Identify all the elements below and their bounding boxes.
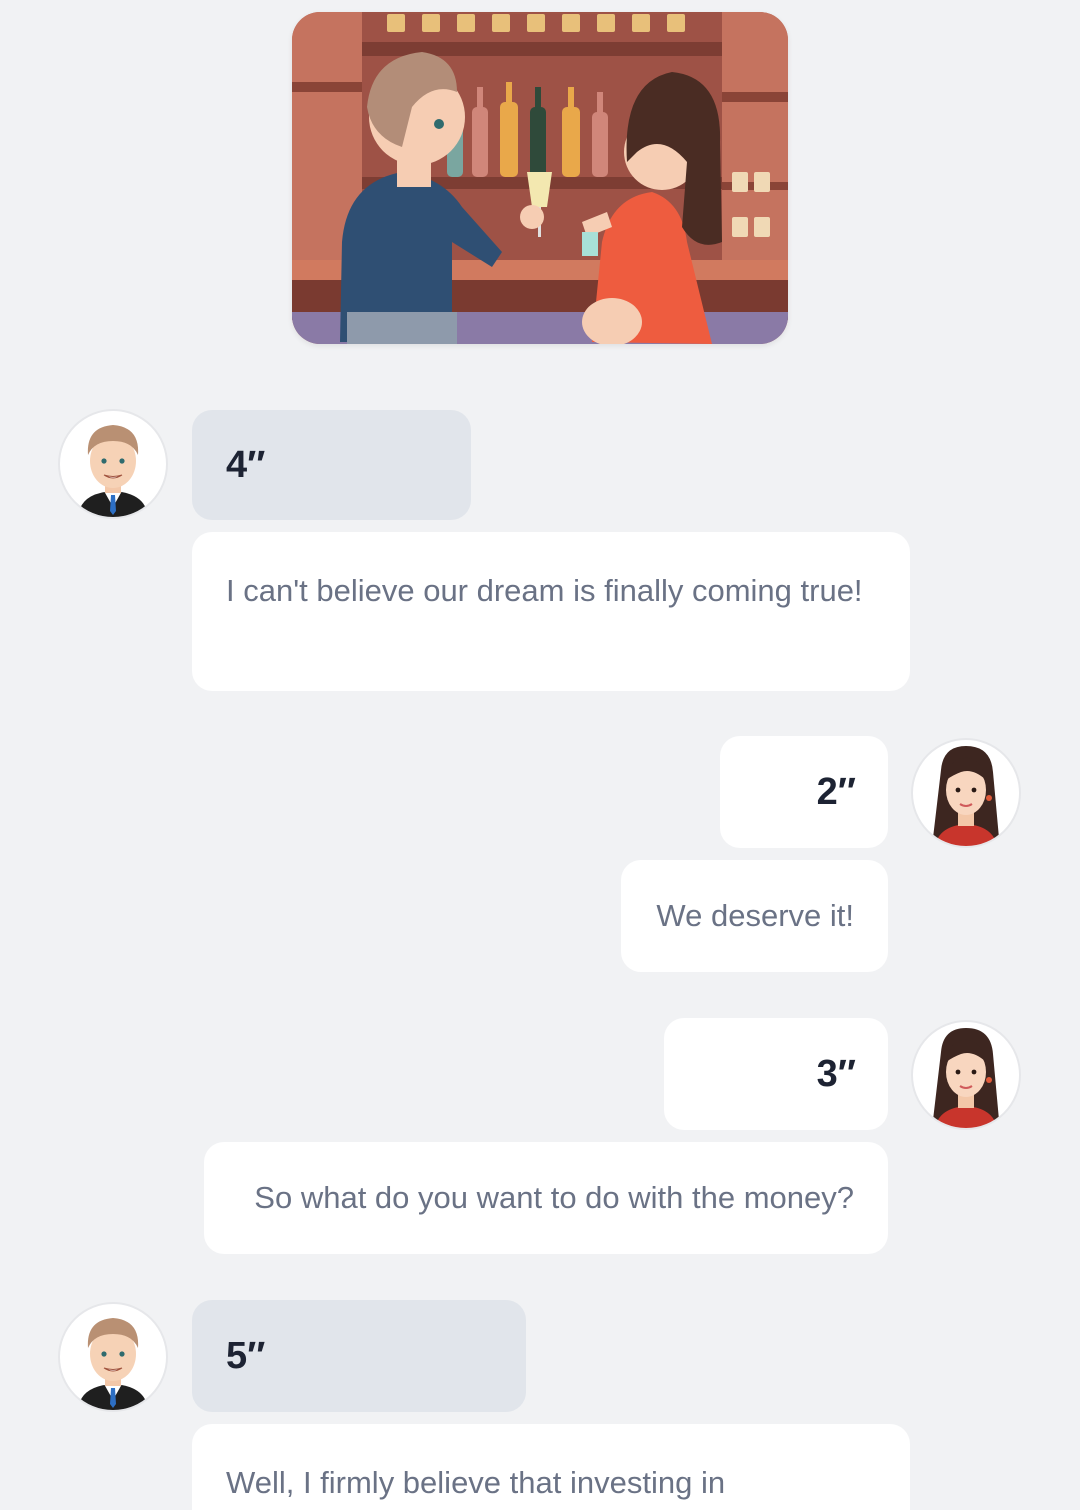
- message-bubble: So what do you want to do with the money…: [204, 1142, 888, 1254]
- message-bubble: I can't believe our dream is finally com…: [192, 532, 910, 691]
- avatar-woman: [911, 1020, 1021, 1130]
- duration-label: 2″: [816, 770, 856, 813]
- message-text: Well, I firmly believe that investing in: [226, 1465, 726, 1500]
- duration-label: 3″: [816, 1052, 856, 1095]
- avatar-man: [58, 409, 168, 519]
- message-text: I can't believe our dream is finally com…: [226, 573, 863, 608]
- duration-label: 5″: [226, 1334, 266, 1377]
- duration-bubble[interactable]: 3″: [664, 1018, 888, 1130]
- message-bubble: Well, I firmly believe that investing in: [192, 1424, 910, 1510]
- message-bubble: We deserve it!: [621, 860, 888, 972]
- message-text: So what do you want to do with the money…: [254, 1180, 854, 1215]
- duration-bubble[interactable]: 4″: [192, 410, 471, 520]
- scene-illustration: [292, 12, 788, 344]
- duration-bubble[interactable]: 5″: [192, 1300, 526, 1412]
- avatar-woman: [911, 738, 1021, 848]
- duration-bubble[interactable]: 2″: [720, 736, 888, 848]
- message-text: We deserve it!: [656, 898, 854, 933]
- duration-label: 4″: [226, 443, 266, 486]
- avatar-man: [58, 1302, 168, 1412]
